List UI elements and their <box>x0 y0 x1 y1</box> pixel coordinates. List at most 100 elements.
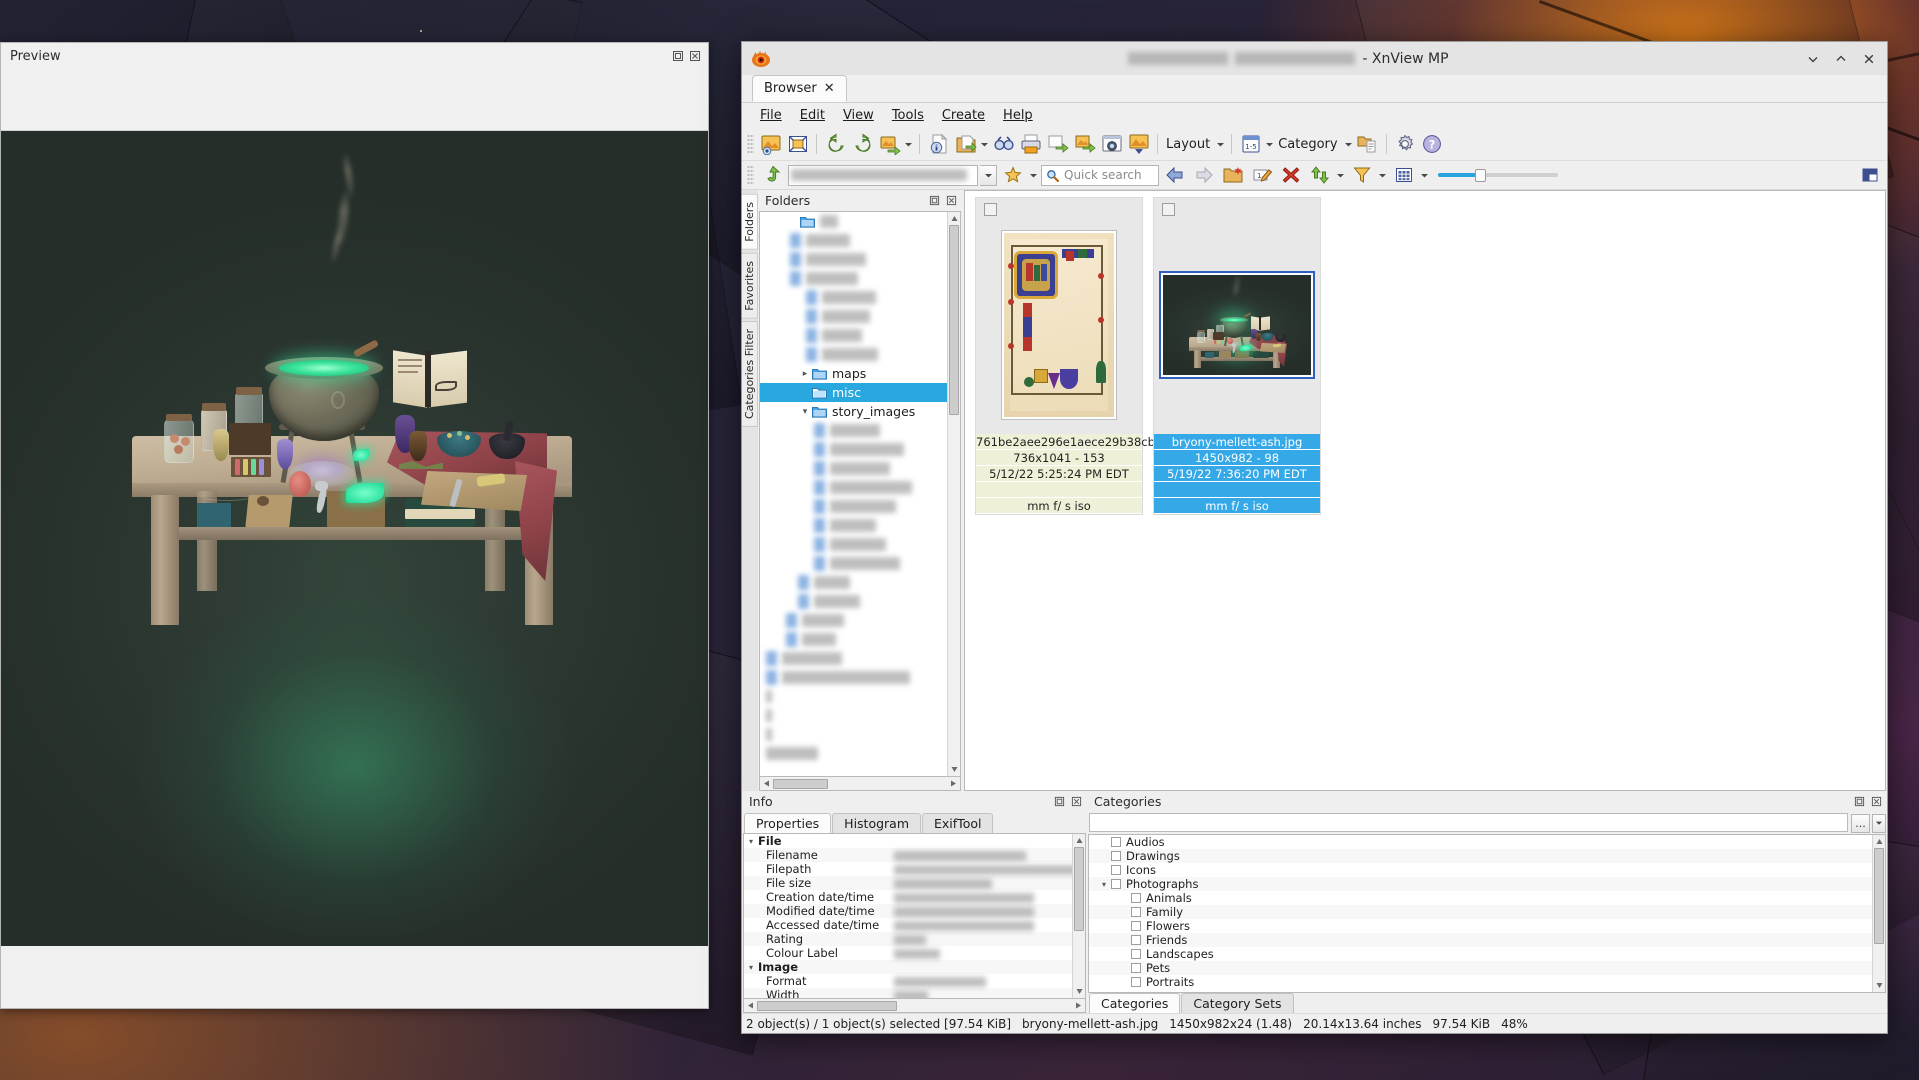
scroll-right-icon[interactable] <box>947 777 960 790</box>
chevron-down-icon[interactable] <box>1028 162 1039 189</box>
scrollbar-thumb[interactable] <box>1074 847 1084 931</box>
panel-toggle-icon[interactable] <box>1856 162 1883 189</box>
chevron-down-icon[interactable] <box>1419 162 1430 189</box>
tab-categories[interactable]: Categories <box>1089 993 1181 1013</box>
tree-row[interactable] <box>760 478 947 497</box>
thumbnail-browser[interactable]: 761be2aee296e1aece29b38cbd170f8a.jpg 736… <box>964 190 1886 791</box>
chevron-right-icon[interactable]: ▸ <box>798 369 812 379</box>
tree-row[interactable] <box>760 269 947 288</box>
property-group-file[interactable]: ▾ File <box>744 834 1073 848</box>
property-row-rating[interactable]: Rating <box>744 932 1073 946</box>
properties-list[interactable]: ▾ File Filename Filepath File size Creat… <box>743 833 1086 999</box>
chevron-down-icon[interactable] <box>1215 131 1226 158</box>
category-search-input[interactable] <box>1089 813 1848 832</box>
address-dropdown-chevron-down-icon[interactable] <box>980 164 997 186</box>
tree-row[interactable] <box>760 630 947 649</box>
chevron-down-icon[interactable] <box>1264 131 1275 158</box>
chevron-down-icon[interactable]: ▾ <box>798 407 812 417</box>
search-icon[interactable] <box>990 131 1017 158</box>
chevron-down-icon[interactable]: ▾ <box>744 837 758 846</box>
scrollbar-thumb[interactable] <box>757 1000 897 1011</box>
grid-view-icon[interactable] <box>1390 162 1417 189</box>
chevron-down-icon[interactable]: ▾ <box>744 963 758 972</box>
menu-help[interactable]: Help <box>995 105 1041 126</box>
tree-row[interactable] <box>760 307 947 326</box>
tree-row[interactable] <box>760 592 947 611</box>
tree-row[interactable] <box>760 706 947 725</box>
tree-row-story-images[interactable]: ▾ story_images <box>760 402 947 421</box>
tree-row[interactable] <box>760 668 947 687</box>
tree-row[interactable] <box>760 250 947 269</box>
category-checkbox[interactable] <box>1131 893 1141 903</box>
thumbnail-item-selected[interactable]: bryony-mellett-ash.jpg 1450x982 - 98 5/1… <box>1153 197 1321 515</box>
tree-row[interactable] <box>760 459 947 478</box>
tree-row[interactable] <box>760 687 947 706</box>
property-row-filesize[interactable]: File size <box>744 876 1073 890</box>
chevron-down-icon[interactable] <box>1335 162 1346 189</box>
tree-row[interactable] <box>760 573 947 592</box>
rotate-right-icon[interactable] <box>849 131 876 158</box>
folder-tree[interactable]: ▸ maps misc ▾ story_images <box>759 211 961 777</box>
menu-tools[interactable]: Tools <box>884 105 932 126</box>
properties-horizontal-scrollbar[interactable] <box>743 999 1086 1013</box>
category-checkbox[interactable] <box>1131 921 1141 931</box>
sidebar-item-favorites[interactable]: Favorites <box>742 252 758 319</box>
tree-row[interactable] <box>760 744 947 763</box>
sidebar-item-categories-filter[interactable]: Categories Filter <box>742 321 758 428</box>
scroll-right-icon[interactable] <box>1072 999 1085 1012</box>
properties-vertical-scrollbar[interactable] <box>1072 834 1085 998</box>
property-row-colour-label[interactable]: Colour Label <box>744 946 1073 960</box>
scroll-up-icon[interactable] <box>948 212 960 225</box>
category-checkbox[interactable] <box>1131 935 1141 945</box>
property-row-format[interactable]: Format <box>744 974 1073 988</box>
scroll-down-icon[interactable] <box>1073 985 1085 998</box>
convert-icon[interactable] <box>876 131 903 158</box>
chevron-down-icon[interactable] <box>1377 162 1388 189</box>
chevron-down-icon[interactable] <box>1343 131 1354 158</box>
info-icon[interactable] <box>925 131 952 158</box>
tab-browser[interactable]: Browser ✕ <box>752 75 847 102</box>
folder-tree-vertical-scrollbar[interactable] <box>947 212 960 776</box>
close-icon[interactable]: ✕ <box>824 82 835 95</box>
tab-histogram[interactable]: Histogram <box>832 813 922 833</box>
category-row-audios[interactable]: Audios <box>1089 835 1873 849</box>
thumbnail-item[interactable]: 761be2aee296e1aece29b38cbd170f8a.jpg 736… <box>975 197 1224 515</box>
browser-view-icon[interactable] <box>757 131 784 158</box>
scroll-up-icon[interactable] <box>1073 834 1085 847</box>
category-assign-icon[interactable] <box>1354 131 1381 158</box>
scroll-left-icon[interactable] <box>760 777 773 790</box>
category-checkbox[interactable] <box>1111 851 1121 861</box>
batch-rename-icon[interactable] <box>1071 131 1098 158</box>
tree-row[interactable] <box>760 554 947 573</box>
scroll-down-icon[interactable] <box>948 763 960 776</box>
tree-row[interactable] <box>760 516 947 535</box>
category-more-button[interactable]: ... <box>1851 813 1870 833</box>
tree-row[interactable] <box>760 326 947 345</box>
tree-row[interactable] <box>760 535 947 554</box>
tree-row-maps[interactable]: ▸ maps <box>760 364 947 383</box>
category-row-drawings[interactable]: Drawings <box>1089 849 1873 863</box>
tree-row[interactable] <box>760 345 947 364</box>
category-button[interactable]: Category <box>1275 137 1342 152</box>
restore-icon[interactable] <box>927 193 942 208</box>
gear-icon[interactable] <box>1392 131 1419 158</box>
category-row-flowers[interactable]: Flowers <box>1089 919 1873 933</box>
preview-image[interactable] <box>1 131 708 946</box>
tree-row-misc[interactable]: misc <box>760 383 947 402</box>
sort-icon[interactable] <box>1306 162 1333 189</box>
maximize-button[interactable] <box>1827 45 1855 73</box>
thumbnail-checkbox[interactable] <box>1162 203 1175 216</box>
star-icon[interactable] <box>999 162 1026 189</box>
tree-row[interactable] <box>760 725 947 744</box>
category-row-pets[interactable]: Pets <box>1089 961 1873 975</box>
category-checkbox[interactable] <box>1111 837 1121 847</box>
category-checkbox[interactable] <box>1131 907 1141 917</box>
tree-row[interactable] <box>760 212 947 231</box>
scrollbar-thumb[interactable] <box>773 778 828 789</box>
print-icon[interactable] <box>1017 131 1044 158</box>
folder-tree-horizontal-scrollbar[interactable] <box>759 777 961 791</box>
scrollbar-thumb[interactable] <box>949 225 959 415</box>
close-icon[interactable] <box>687 49 702 64</box>
menu-edit[interactable]: Edit <box>792 105 833 126</box>
batch-convert-icon[interactable] <box>1044 131 1071 158</box>
